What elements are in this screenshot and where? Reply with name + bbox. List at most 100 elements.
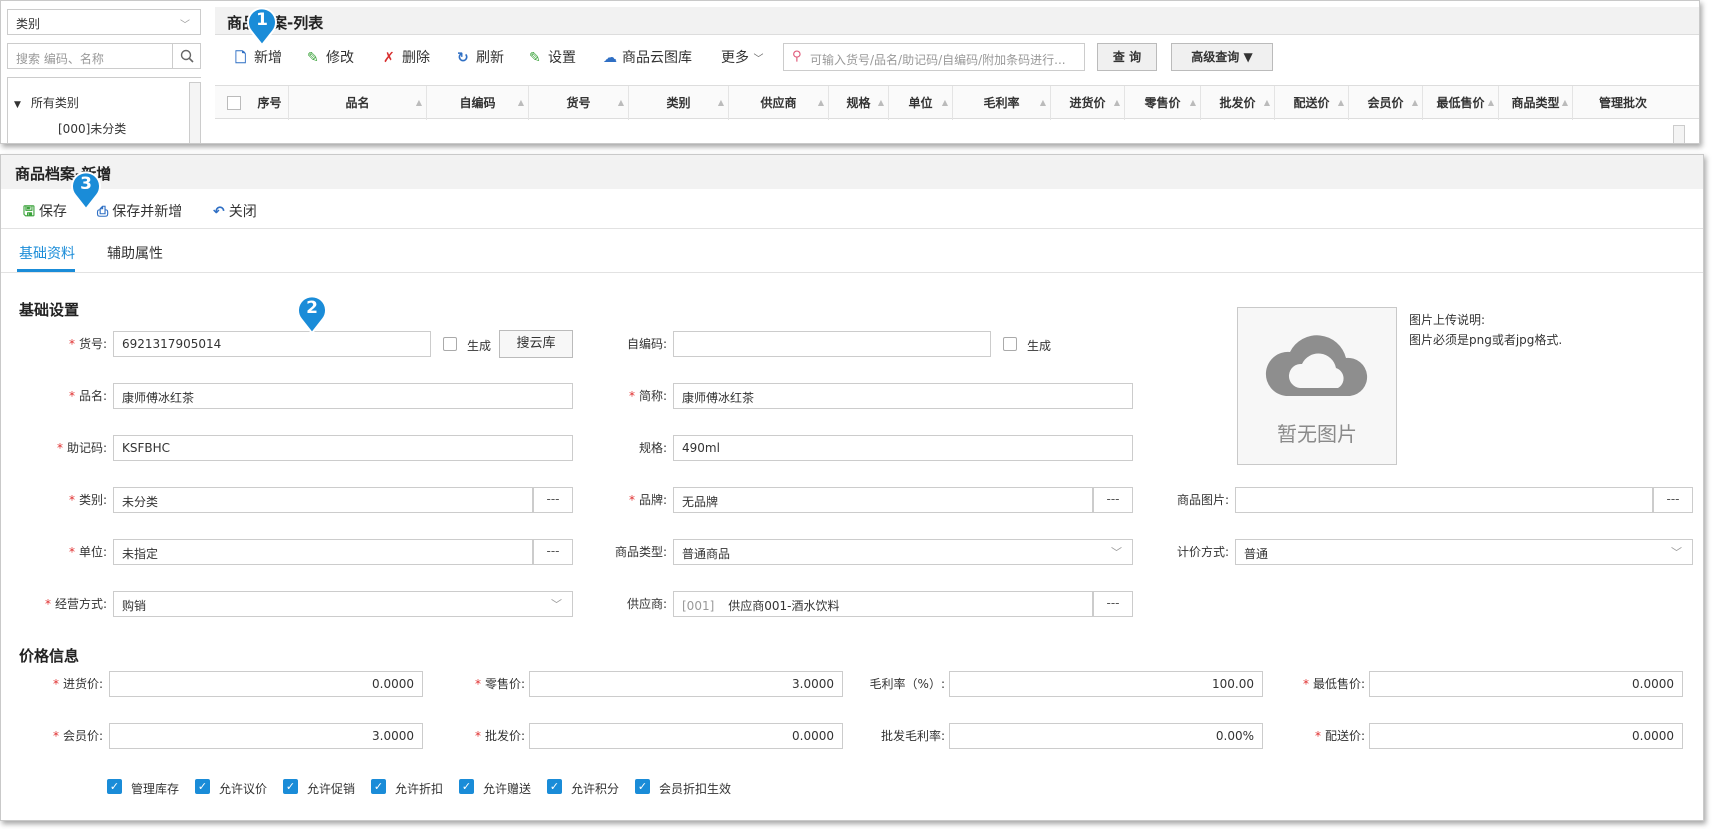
delivery-price-input[interactable]: 0.0000 bbox=[1369, 723, 1683, 749]
column-header[interactable]: 配送价 ▲ bbox=[1275, 86, 1349, 120]
margin-rate-input[interactable]: 100.00 bbox=[949, 671, 1263, 697]
member-price-input[interactable]: 3.0000 bbox=[109, 723, 423, 749]
tab-auxiliary-attributes[interactable]: 辅助属性 bbox=[107, 243, 163, 263]
product-image-picker-button[interactable]: --- bbox=[1653, 487, 1693, 513]
category-select[interactable]: 类别 ﹀ bbox=[7, 9, 201, 35]
supplier-picker-button[interactable]: --- bbox=[1093, 591, 1133, 617]
category-pane: 类别 ﹀ 搜索 编码、名称 ▼ 所有类别 [000]未分类 bbox=[7, 7, 205, 143]
column-header[interactable]: 毛利率 ▲ bbox=[953, 86, 1051, 120]
column-header[interactable]: 规格 ▲ bbox=[829, 86, 889, 120]
column-header[interactable]: 零售价 ▲ bbox=[1125, 86, 1201, 120]
unit-input[interactable]: 未指定 bbox=[113, 539, 533, 565]
sort-icon[interactable]: ▲ bbox=[878, 86, 884, 120]
tree-root[interactable]: ▼ 所有类别 bbox=[14, 94, 79, 111]
brand-picker-button[interactable]: --- bbox=[1093, 487, 1133, 513]
retail-price-label-text: 零售价: bbox=[484, 677, 525, 691]
column-header[interactable]: 品名 ▲ bbox=[289, 86, 427, 120]
column-header-label: 自编码 bbox=[459, 96, 496, 110]
sku-input[interactable]: 6921317905014 bbox=[113, 331, 431, 357]
sort-icon[interactable]: ▲ bbox=[1114, 86, 1120, 120]
sort-icon[interactable]: ▲ bbox=[416, 86, 422, 120]
column-header[interactable]: 最低售价 ▲ bbox=[1423, 86, 1499, 120]
wholesale-price-input[interactable]: 0.0000 bbox=[529, 723, 843, 749]
column-header[interactable]: 类别 ▲ bbox=[629, 86, 729, 120]
sort-icon[interactable]: ▲ bbox=[1562, 86, 1568, 120]
business-mode-value: 购销 bbox=[122, 599, 147, 613]
column-header[interactable]: 进货价 ▲ bbox=[1051, 86, 1125, 120]
query-button[interactable]: 查 询 bbox=[1097, 43, 1157, 71]
undo-arrow-icon: ↶ bbox=[213, 204, 225, 220]
sort-icon[interactable]: ▲ bbox=[718, 86, 724, 120]
sort-icon[interactable]: ▲ bbox=[518, 86, 524, 120]
category-search-button[interactable] bbox=[172, 44, 200, 68]
tab-basic-info[interactable]: 基础资料 bbox=[19, 243, 75, 263]
brand-input[interactable]: 无品牌 bbox=[673, 487, 1093, 513]
wholesale-price-label-text: 批发价: bbox=[484, 729, 525, 743]
column-header[interactable]: 供应商 ▲ bbox=[729, 86, 829, 120]
image-upload-box[interactable]: 暂无图片 bbox=[1237, 307, 1397, 465]
spec-input[interactable]: 490ml bbox=[673, 435, 1133, 461]
sku-generate-checkbox[interactable] bbox=[443, 337, 457, 351]
allow-discount-checkbox[interactable]: ✓ bbox=[371, 779, 386, 794]
allow-points-checkbox[interactable]: ✓ bbox=[547, 779, 562, 794]
settings-button[interactable]: ✎ 设置 bbox=[529, 47, 576, 67]
retail-price-input[interactable]: 3.0000 bbox=[529, 671, 843, 697]
column-header[interactable]: 商品类型 ▲ bbox=[1499, 86, 1573, 120]
mnemonic-input[interactable]: KSFBHC bbox=[113, 435, 573, 461]
more-button[interactable]: 更多 ﹀ bbox=[721, 47, 763, 67]
column-header[interactable]: 批发价 ▲ bbox=[1201, 86, 1275, 120]
pricing-method-select[interactable]: 普通 ﹀ bbox=[1235, 539, 1693, 565]
column-header[interactable]: 货号 ▲ bbox=[529, 86, 629, 120]
sort-icon[interactable]: ▲ bbox=[618, 86, 624, 120]
column-header[interactable]: 单位 ▲ bbox=[889, 86, 953, 120]
sort-icon[interactable]: ▲ bbox=[1040, 86, 1046, 120]
delete-button[interactable]: ✗ 删除 bbox=[383, 47, 430, 67]
purchase-price-label-text: 进货价: bbox=[62, 677, 103, 691]
column-header[interactable]: 会员价 ▲ bbox=[1349, 86, 1423, 120]
product-search-input[interactable]: ⚲ 可输入货号/品名/助记码/自编码/附加条码进行... bbox=[783, 43, 1085, 71]
sort-icon[interactable]: ▲ bbox=[1338, 86, 1344, 120]
wholesale-margin-input[interactable]: 0.00% bbox=[949, 723, 1263, 749]
advanced-query-button[interactable]: 高级查询 ▼ bbox=[1171, 43, 1273, 71]
add-button[interactable]: 🗋 新增 bbox=[235, 47, 282, 71]
save-button[interactable]: 🖫 保存 bbox=[23, 201, 67, 225]
sort-icon[interactable]: ▲ bbox=[1412, 86, 1418, 120]
category-search-input[interactable]: 搜索 编码、名称 bbox=[7, 43, 201, 69]
member-discount-checkbox[interactable]: ✓ bbox=[635, 779, 650, 794]
tree-scrollbar[interactable] bbox=[189, 82, 201, 143]
tree-leaf-uncategorized[interactable]: [000]未分类 bbox=[58, 120, 126, 137]
refresh-button[interactable]: ↻ 刷新 bbox=[457, 47, 504, 67]
allow-promotion-checkbox[interactable]: ✓ bbox=[283, 779, 298, 794]
sort-icon[interactable]: ▲ bbox=[1190, 86, 1196, 120]
sort-icon[interactable]: ▲ bbox=[1488, 86, 1494, 120]
cloud-gallery-button[interactable]: ☁ 商品云图库 bbox=[603, 47, 692, 67]
edit-button[interactable]: ✎ 修改 bbox=[307, 47, 354, 67]
column-header[interactable]: 自编码 ▲ bbox=[427, 86, 529, 120]
step-marker-number: 3 bbox=[80, 174, 92, 194]
min-price-input[interactable]: 0.0000 bbox=[1369, 671, 1683, 697]
purchase-price-input[interactable]: 0.0000 bbox=[109, 671, 423, 697]
category-input[interactable]: 未分类 bbox=[113, 487, 533, 513]
select-all-checkbox[interactable] bbox=[227, 96, 241, 110]
sort-icon[interactable]: ▲ bbox=[1264, 86, 1270, 120]
expand-triangle-icon[interactable]: ▼ bbox=[14, 100, 21, 110]
supplier-input[interactable]: [001] 供应商001-酒水饮料 bbox=[673, 591, 1093, 617]
allow-bargain-checkbox[interactable]: ✓ bbox=[195, 779, 210, 794]
selfcode-input[interactable] bbox=[673, 331, 991, 357]
sort-icon[interactable]: ▲ bbox=[942, 86, 948, 120]
selfcode-generate-checkbox[interactable] bbox=[1003, 337, 1017, 351]
short-name-input[interactable]: 康师傅冰红茶 bbox=[673, 383, 1133, 409]
close-button[interactable]: ↶ 关闭 bbox=[213, 201, 257, 221]
business-mode-select[interactable]: 购销 ﹀ bbox=[113, 591, 573, 617]
product-image-input[interactable] bbox=[1235, 487, 1653, 513]
column-header[interactable]: 管理批次 bbox=[1573, 86, 1673, 120]
grid-scrollbar[interactable] bbox=[1673, 125, 1685, 143]
allow-gift-checkbox[interactable]: ✓ bbox=[459, 779, 474, 794]
delete-button-label: 删除 bbox=[402, 50, 430, 66]
save-and-new-button[interactable]: ⎙ 保存并新增 bbox=[97, 201, 182, 221]
product-type-select[interactable]: 普通商品 ﹀ bbox=[673, 539, 1133, 565]
manage-stock-checkbox[interactable]: ✓ bbox=[107, 779, 122, 794]
name-input[interactable]: 康师傅冰红茶 bbox=[113, 383, 573, 409]
sort-icon[interactable]: ▲ bbox=[818, 86, 824, 120]
column-header[interactable]: 序号 bbox=[251, 86, 289, 120]
